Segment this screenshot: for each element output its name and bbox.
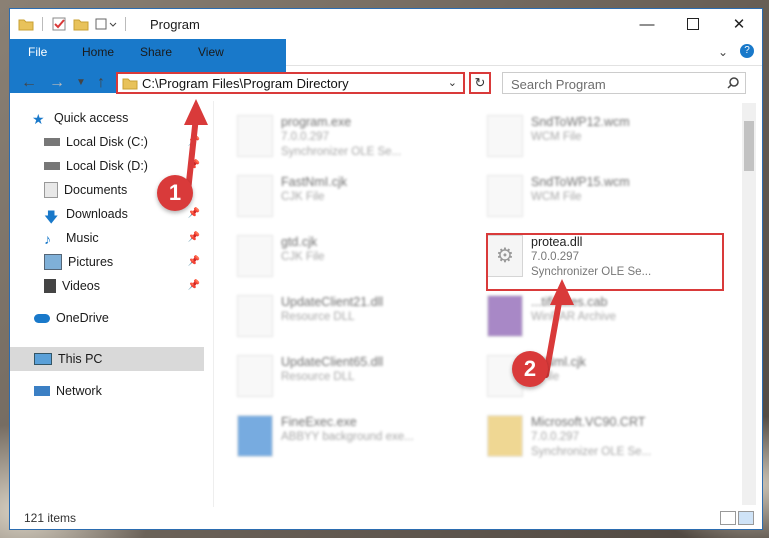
callout-badge-2: 2 (512, 351, 548, 387)
callout-badge-1: 1 (157, 175, 193, 211)
explorer-window: Program — ✕ File Home Share View ⌄ ? ← →… (9, 8, 763, 530)
annotation-arrows (184, 99, 574, 378)
